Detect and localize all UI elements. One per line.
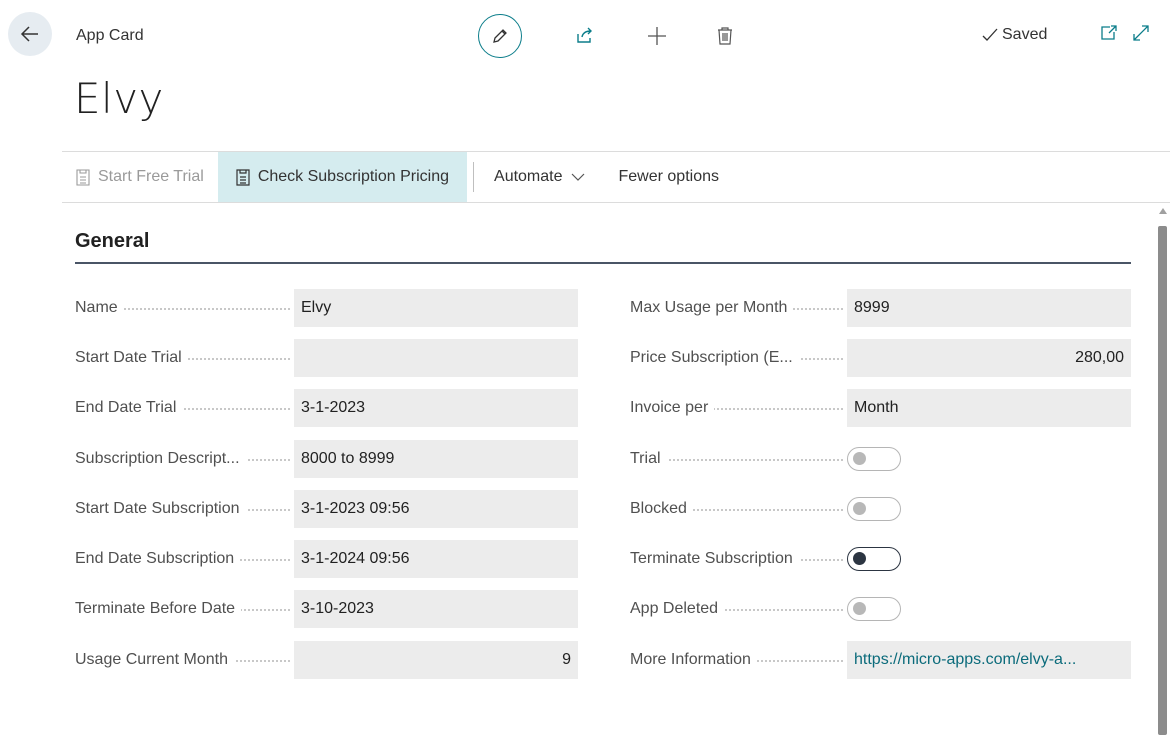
fewer-options-label: Fewer options: [618, 168, 720, 185]
saved-label: Saved: [1002, 26, 1048, 43]
more-information-link[interactable]: https://micro-apps.com/elvy-a...: [847, 641, 1131, 679]
field-usage-current-month: Usage Current Month 9: [75, 641, 578, 679]
field-start-date-trial: Start Date Trial: [75, 339, 578, 377]
toggle-knob: [853, 602, 866, 615]
page-title: Elvy: [74, 74, 164, 123]
edit-button[interactable]: [478, 14, 522, 58]
end-date-trial-input[interactable]: 3-1-2023: [294, 389, 578, 427]
field-label: Price Subscription (E...: [630, 349, 799, 366]
field-label: End Date Subscription: [75, 550, 241, 567]
field-label: Name: [75, 299, 124, 316]
pencil-icon: [493, 29, 507, 43]
field-max-usage-per-month: Max Usage per Month 8999: [630, 289, 1131, 327]
card-toolbar: [478, 14, 740, 58]
field-app-deleted: App Deleted: [630, 590, 901, 628]
field-end-date-trial: End Date Trial 3-1-2023: [75, 389, 578, 427]
arrow-left-icon: [20, 26, 38, 42]
field-start-date-subscription: Start Date Subscription 3-1-2023 09:56: [75, 490, 578, 528]
scrollbar-thumb[interactable]: [1158, 226, 1167, 735]
usage-current-month-input[interactable]: 9: [294, 641, 578, 679]
subscription-description-input[interactable]: 8000 to 8999: [294, 440, 578, 478]
field-label: Usage Current Month: [75, 651, 234, 668]
section-divider: [75, 262, 1131, 264]
expand-icon: [1133, 25, 1149, 41]
toggle-knob: [853, 552, 866, 565]
document-icon: [236, 168, 250, 186]
share-button[interactable]: [570, 21, 600, 51]
section-title-general[interactable]: General: [75, 230, 149, 253]
field-label: Start Date Subscription: [75, 500, 246, 517]
start-free-trial-label: Start Free Trial: [98, 168, 204, 185]
check-subscription-pricing-action[interactable]: Check Subscription Pricing: [217, 152, 468, 202]
field-blocked: Blocked: [630, 490, 901, 528]
open-new-window-button[interactable]: [1100, 24, 1118, 47]
action-divider: [473, 162, 475, 192]
field-invoice-per: Invoice per Month: [630, 389, 1131, 427]
name-input[interactable]: Elvy: [294, 289, 578, 327]
window-controls: [1100, 24, 1150, 47]
field-label: End Date Trial: [75, 399, 183, 416]
price-subscription-input[interactable]: 280,00: [847, 339, 1131, 377]
field-trial: Trial: [630, 440, 901, 478]
toggle-knob: [853, 502, 866, 515]
share-icon: [577, 27, 592, 43]
action-bar: Start Free Trial Check Subscription Pric…: [62, 151, 1170, 203]
start-date-subscription-input[interactable]: 3-1-2023 09:56: [294, 490, 578, 528]
check-subscription-pricing-label: Check Subscription Pricing: [257, 168, 450, 185]
plus-icon: [648, 27, 666, 45]
document-icon: [76, 168, 90, 186]
field-subscription-description: Subscription Descript... 8000 to 8999: [75, 440, 578, 478]
field-label: Start Date Trial: [75, 349, 188, 366]
automate-label: Automate: [494, 168, 563, 185]
field-label: Subscription Descript...: [75, 450, 246, 467]
blocked-toggle[interactable]: [847, 497, 901, 521]
field-price-subscription: Price Subscription (E... 280,00: [630, 339, 1131, 377]
toggle-knob: [853, 452, 866, 465]
field-label: Terminate Before Date: [75, 600, 242, 617]
terminate-subscription-toggle[interactable]: [847, 547, 901, 571]
field-name: Name Elvy: [75, 289, 578, 327]
field-label: More Information: [630, 651, 757, 668]
field-terminate-subscription: Terminate Subscription: [630, 540, 901, 578]
back-button[interactable]: [8, 12, 52, 56]
chevron-down-icon: [571, 173, 584, 181]
check-icon: [982, 28, 998, 41]
field-label: Blocked: [630, 500, 693, 517]
field-label: Max Usage per Month: [630, 299, 794, 316]
end-date-subscription-input[interactable]: 3-1-2024 09:56: [294, 540, 578, 578]
saved-status: Saved: [982, 26, 1047, 44]
app-deleted-toggle[interactable]: [847, 597, 901, 621]
field-label: Terminate Subscription: [630, 550, 799, 567]
trial-toggle[interactable]: [847, 447, 901, 471]
scroll-up-icon[interactable]: [1159, 208, 1167, 214]
start-date-trial-input[interactable]: [294, 339, 578, 377]
trash-icon: [718, 27, 732, 45]
max-usage-per-month-input[interactable]: 8999: [847, 289, 1131, 327]
add-button[interactable]: [642, 21, 672, 51]
field-terminate-before-date: Terminate Before Date 3-10-2023: [75, 590, 578, 628]
page-kind-label: App Card: [76, 27, 144, 44]
fewer-options-button[interactable]: Fewer options: [605, 152, 734, 202]
field-label: Invoice per: [630, 399, 715, 416]
field-more-information: More Information https://micro-apps.com/…: [630, 641, 1131, 679]
delete-button[interactable]: [710, 21, 740, 51]
field-end-date-subscription: End Date Subscription 3-1-2024 09:56: [75, 540, 578, 578]
field-label: Trial: [630, 450, 667, 467]
start-free-trial-action[interactable]: Start Free Trial: [62, 152, 218, 202]
field-label: App Deleted: [630, 600, 725, 617]
automate-menu[interactable]: Automate: [480, 152, 598, 202]
invoice-per-select[interactable]: Month: [847, 389, 1131, 427]
terminate-before-date-input[interactable]: 3-10-2023: [294, 590, 578, 628]
expand-button[interactable]: [1132, 24, 1150, 47]
open-in-new-window-icon: [1101, 25, 1117, 40]
